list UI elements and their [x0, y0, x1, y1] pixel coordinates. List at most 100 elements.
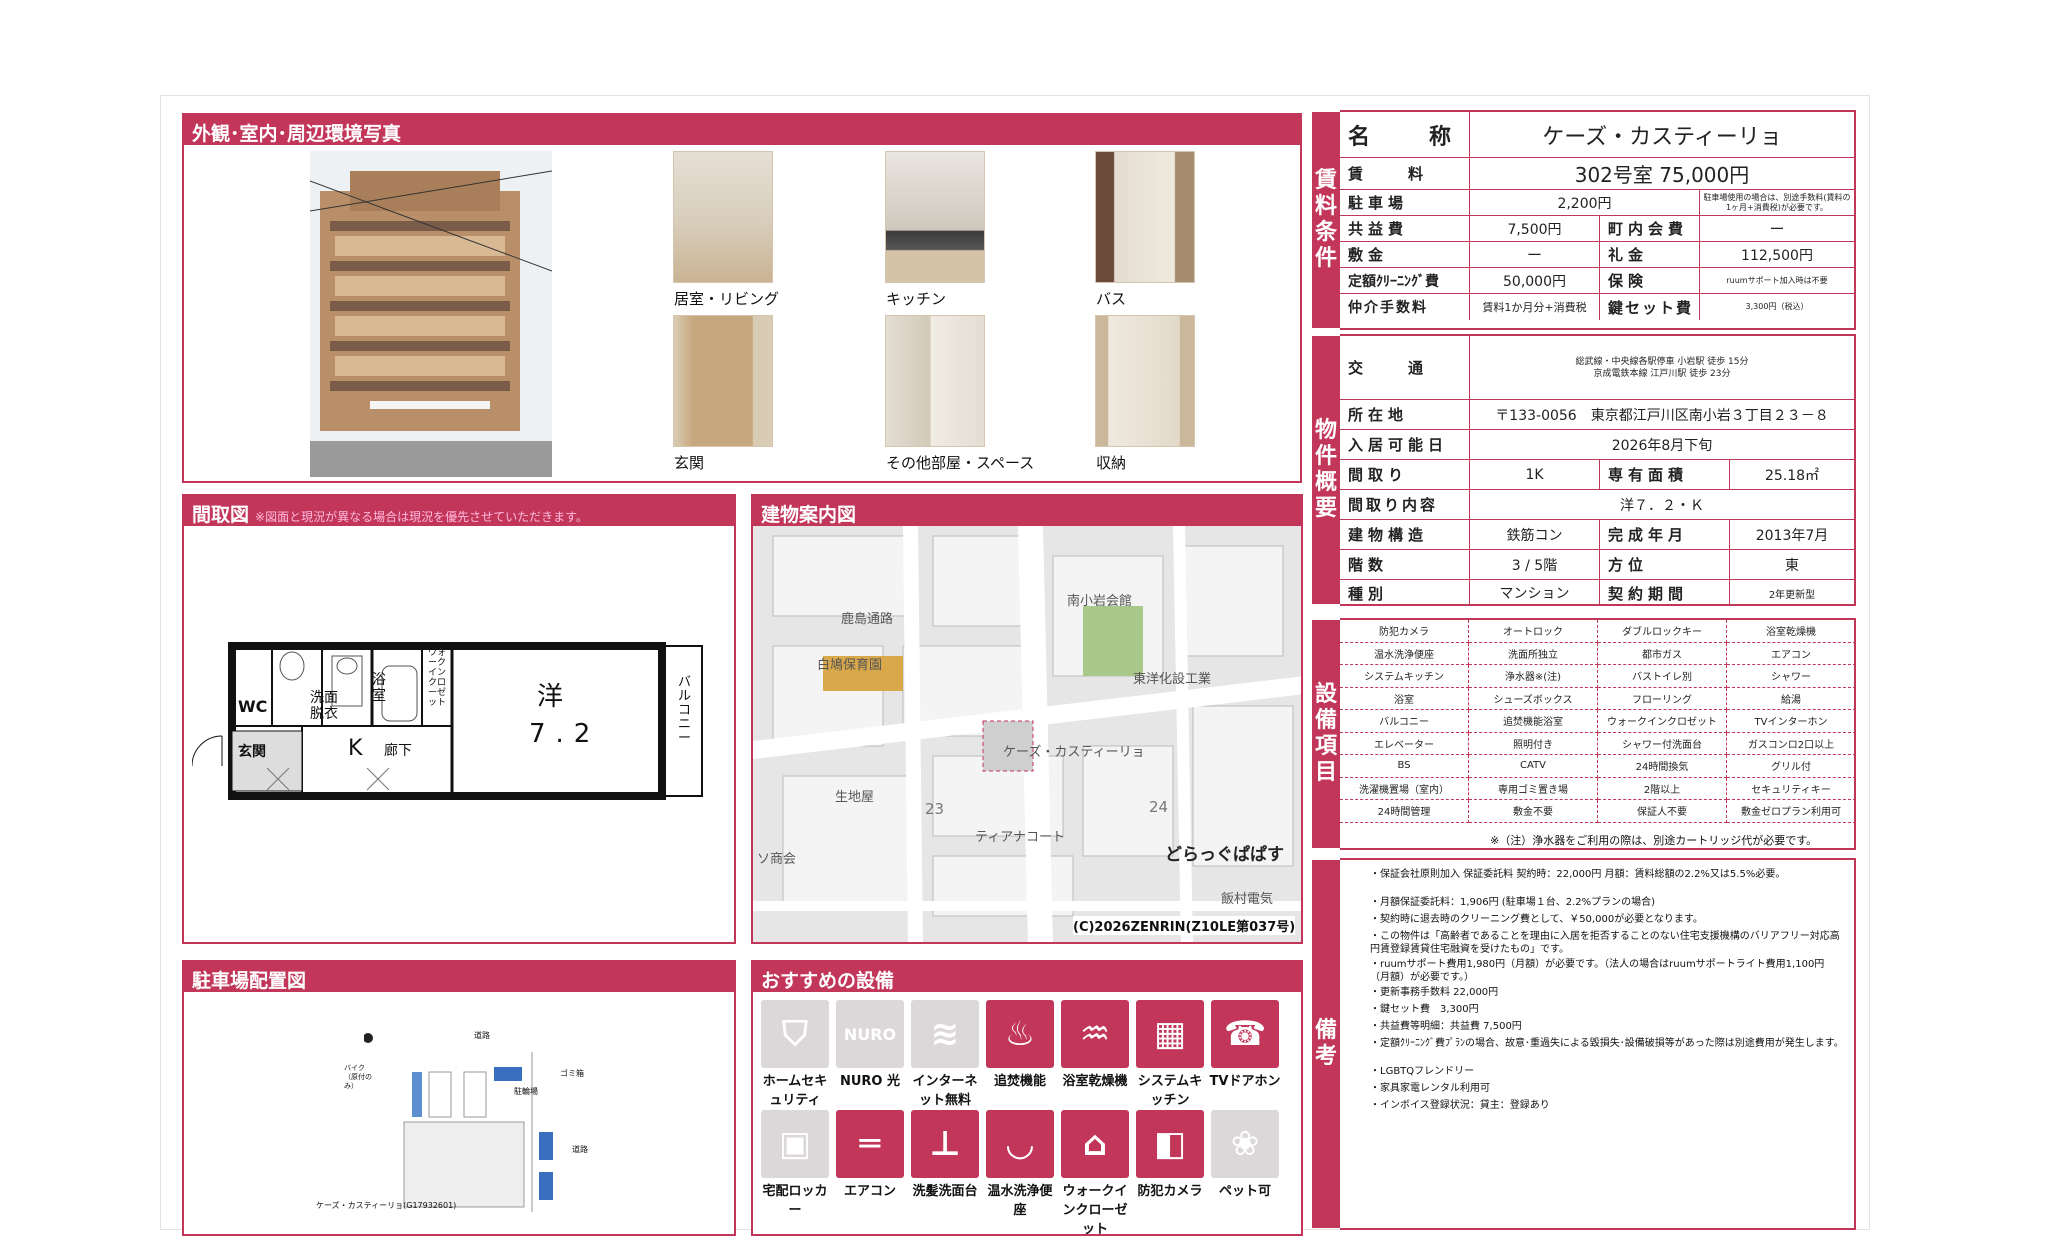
ov-row-movein: 入居可能日 2026年8月下旬 [1340, 430, 1854, 460]
equipment-item: 敷金ゼロプラン利用可 [1727, 800, 1856, 823]
rent-table: 名 称 ケーズ・カスティーリョ 賃 料 302号室 75,000円 駐車場 2,… [1340, 110, 1856, 330]
parking-road-top: 道路 [474, 1031, 490, 1040]
feature-label: ペット可 [1218, 1184, 1271, 1199]
feature-label: ホームセキュリティ [762, 1074, 828, 1108]
reheat-bath-icon: ♨ [986, 1000, 1054, 1068]
equipment-item: 都市ガス [1598, 642, 1727, 665]
equipment-item: 浴室 [1340, 687, 1469, 710]
access-line: 京成電鉄本線 江戸川駅 徒歩 23分 [1593, 368, 1731, 379]
pet-paw-icon: ❀ [1211, 1110, 1279, 1178]
equipment-item: システムキッチン [1340, 665, 1469, 688]
equipment-table: 防犯カメラ オートロック ダブルロックキー 浴室乾燥機 温水洗浄便座 洗面所独立 都市ガスエ… [1340, 618, 1856, 850]
remark-line: ・更新事務手数料 22,000円 [1370, 987, 1499, 998]
ov-row-structure: 建物構造 鉄筋コン 完成年月 2013年7月 [1340, 520, 1854, 550]
map-label: 生地屋 [835, 790, 875, 805]
nuro-icon: NURO [836, 1000, 904, 1068]
equipment-item: シャワー [1727, 665, 1856, 688]
fp-balcony-label: バルコニー [678, 675, 692, 746]
equipment-item: 保証人不要 [1598, 800, 1727, 823]
equipment-section-label: 設備項目 [1312, 620, 1340, 848]
equipment-item: 24時間管理 [1340, 800, 1469, 823]
feature-label: 追焚機能 [993, 1074, 1046, 1089]
equipment-item: 防犯カメラ [1340, 620, 1469, 643]
feature-label: 防犯カメラ [1137, 1184, 1203, 1199]
equipment-item: シューズボックス [1469, 687, 1598, 710]
walk-in-closet-icon: ⌂ [1061, 1110, 1129, 1178]
ov-row-type: 種別 マンション 契約期間 2年更新型 [1340, 580, 1854, 606]
map-building-marker: ケーズ・カスティーリョ [1003, 745, 1145, 760]
equipment-item: バルコニー [1340, 710, 1469, 733]
parking-panel: 駐車場配置図 道路 道路 バイク（原付のみ） ゴミ箱 駐輪場 ケーズ・カスティー… [182, 960, 736, 1236]
fp-wc-label: WC [238, 697, 268, 716]
equipment-item: 給湯 [1727, 687, 1856, 710]
remark-line: ・契約時に退去時のクリーニング費として、￥50,000が必要となります。 [1370, 914, 1703, 925]
fp-room-label: 洋 [537, 682, 564, 712]
remark-line: ・インボイス登録状況：貸主：登録あり [1370, 1100, 1550, 1111]
remarks-box: ・保証会社原則加入 保証委託料 契約時：22,000円 月額：賃料総額の2.2%… [1340, 858, 1856, 1230]
equipment-item: オートロック [1469, 620, 1598, 643]
equipment-item: 温水洗浄便座 [1340, 642, 1469, 665]
equipment-item: ダブルロックキー [1598, 620, 1727, 643]
photo-caption: 玄関 [674, 454, 705, 472]
security-camera-icon: ◧ [1136, 1110, 1204, 1178]
washlet-icon: ◡ [986, 1110, 1054, 1178]
map-header: 建物案内図 [753, 496, 1301, 526]
map-label: 24 [1149, 798, 1169, 816]
feature-label: NURO 光 [839, 1074, 901, 1089]
photo-caption: その他部屋・スペース [886, 454, 1035, 472]
remark-line: ・定額ｸﾘｰﾆﾝｸﾞ費ﾌﾟﾗﾝの場合、故意･重過失による毀損失･設備破損等があっ… [1370, 1038, 1844, 1049]
access-line: 総武線・中央線各駅停車 小岩駅 徒歩 15分 [1575, 356, 1749, 367]
equipment-item: TVインターホン [1727, 710, 1856, 733]
photo-caption: キッチン [886, 290, 947, 308]
rent-row-brokerage: 仲介手数料 賃料1か月分+消費税 鍵セット費 3,300円（税込） [1340, 294, 1854, 320]
wifi-icon: ≋ [911, 1000, 979, 1068]
equipment-item: 専用ゴミ置き場 [1469, 777, 1598, 800]
remark-line: ・家具家電レンタル利用可 [1370, 1083, 1490, 1094]
fp-corridor-label: 廊下 [384, 743, 412, 759]
fp-room-size: 7.2 [529, 719, 601, 749]
equipment-item: フローリング [1598, 687, 1727, 710]
ov-row-layout: 間取り 1K 専有面積 25.18㎡ [1340, 460, 1854, 490]
bath-photo [1095, 151, 1195, 283]
ov-row-layout-detail: 間取り内容 洋７．２・Ｋ [1340, 490, 1854, 520]
feature-label: 宅配ロッカー [762, 1184, 828, 1218]
feature-label: 浴室乾燥機 [1062, 1074, 1128, 1089]
map-label: 南小岩会館 [1067, 594, 1133, 609]
other-room-photo [885, 315, 985, 447]
rent-row-rent: 賃 料 302号室 75,000円 [1340, 158, 1854, 190]
feature-label: エアコン [843, 1184, 896, 1199]
photo-caption: 居室・リビング [674, 290, 780, 308]
equipment-item: エレベーター [1340, 732, 1469, 755]
map-label: 23 [925, 800, 945, 818]
remark-line: ・鍵セット費 3,300円 [1370, 1004, 1479, 1015]
features-panel: おすすめの設備 ⛉ ホームセキュリティ NURO NURO 光 ≋ インターネット無料 ♨ 追… [751, 960, 1303, 1236]
remark-line: ・ruumサポート費用1,980円（月額）が必要です。（法人の場合はruumサポ… [1370, 959, 1825, 983]
living-room-photo [673, 151, 773, 283]
ov-row-floor: 階数 3 / 5階 方位 東 [1340, 550, 1854, 580]
rent-row-parking: 駐車場 2,200円 駐車場使用の場合は、別途手数料(賃料の1ヶ月+消費税)が必… [1340, 190, 1854, 216]
fp-kitchen-label: K [348, 736, 363, 761]
remark-line: ・保証会社原則加入 保証委託料 契約時：22,000円 月額：賃料総額の2.2%… [1370, 869, 1786, 880]
fp-bath-label: 浴室 [372, 672, 386, 704]
bathroom-dryer-icon: ♒ [1061, 1000, 1129, 1068]
map-label: 白鳩保育園 [817, 658, 883, 673]
equipment-item: 洗濯機置場（室内） [1340, 777, 1469, 800]
remarks-section-label: 備考 [1312, 860, 1340, 1228]
equipment-item: グリル付 [1727, 755, 1856, 778]
equipment-item: 照明付き [1469, 732, 1598, 755]
map-label: 飯村電気 [1221, 892, 1274, 907]
map-label: ティアナコート [975, 830, 1065, 845]
parking-garbage: ゴミ箱 [560, 1069, 584, 1078]
floorplan-note: ※図面と現況が異なる場合は現況を優先させていただきます。 [255, 510, 588, 524]
feature-label: システムキッチン [1137, 1074, 1203, 1108]
rent-row-cleaning: 定額ｸﾘｰﾆﾝｸﾞ費 50,000円 保険 ruumサポート加入時は不要 [1340, 268, 1854, 294]
map-label: どらっぐぱぱす [1165, 845, 1284, 865]
parking-lot: 駐輪場 [514, 1087, 538, 1096]
fp-closet-label: ウォークインクローゼット [428, 648, 447, 708]
floorplan-drawing [192, 642, 703, 800]
remark-line: ・月額保証委託料：1,906円 (駐車場１台、2.2%プランの場合) [1370, 897, 1656, 908]
map-label: 鹿島通路 [841, 612, 894, 627]
equipment-item: シャワー付洗面台 [1598, 732, 1727, 755]
equipment-item: 洗面所独立 [1469, 642, 1598, 665]
fp-entrance-label: 玄関 [238, 744, 266, 760]
